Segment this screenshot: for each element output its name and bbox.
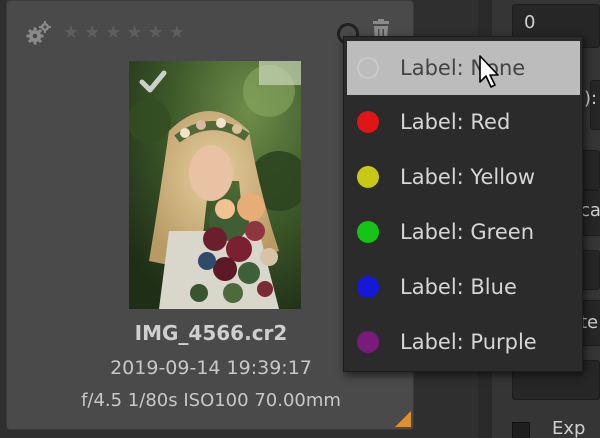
mouse-cursor-icon bbox=[478, 54, 502, 94]
color-label-menu: Label: None Label: Red Label: Yellow Lab… bbox=[343, 36, 583, 372]
card-toolbar: ★ ★ ★ ★ ★ ★ bbox=[25, 19, 185, 47]
menu-item-label: Label: None bbox=[400, 56, 526, 80]
numeric-field-value: 0 bbox=[524, 12, 536, 33]
star-rating[interactable]: ★ ★ ★ ★ ★ ★ bbox=[63, 24, 185, 42]
menu-item-label: Label: Green bbox=[400, 220, 534, 244]
star-icon[interactable]: ★ bbox=[126, 24, 142, 42]
export-checkbox[interactable] bbox=[512, 422, 530, 438]
panel-fragment-1: ): bbox=[584, 88, 598, 109]
menu-item-label-none[interactable]: Label: None bbox=[347, 41, 580, 95]
star-icon[interactable]: ★ bbox=[63, 24, 79, 42]
menu-item-label: Label: Purple bbox=[400, 330, 537, 354]
red-dot-icon bbox=[357, 111, 379, 133]
image-exif: f/4.5 1/80s ISO100 70.00mm bbox=[81, 390, 341, 411]
purple-dot-icon bbox=[357, 331, 379, 353]
panel-fragment-2: ca bbox=[580, 200, 600, 221]
menu-item-label: Label: Red bbox=[400, 110, 511, 134]
green-dot-icon bbox=[357, 221, 379, 243]
menu-item-label-yellow[interactable]: Label: Yellow bbox=[347, 150, 580, 204]
menu-item-label-red[interactable]: Label: Red bbox=[347, 95, 580, 149]
checkmark-icon bbox=[139, 69, 167, 97]
star-icon[interactable]: ★ bbox=[169, 24, 185, 42]
blue-dot-icon bbox=[357, 276, 379, 298]
star-icon[interactable]: ★ bbox=[84, 24, 100, 42]
menu-item-label-green[interactable]: Label: Green bbox=[347, 205, 580, 259]
panel-fragment-4: Exp bbox=[552, 418, 586, 438]
altered-indicator-icon bbox=[395, 411, 411, 427]
menu-item-label: Label: Blue bbox=[400, 275, 517, 299]
gears-icon[interactable] bbox=[25, 19, 53, 47]
menu-item-label-blue[interactable]: Label: Blue bbox=[347, 260, 580, 314]
empty-circle-icon bbox=[357, 57, 379, 79]
yellow-dot-icon bbox=[357, 166, 379, 188]
star-icon[interactable]: ★ bbox=[105, 24, 121, 42]
thumbnail-image[interactable] bbox=[129, 61, 301, 309]
menu-item-label: Label: Yellow bbox=[400, 165, 536, 189]
star-icon[interactable]: ★ bbox=[148, 24, 164, 42]
menu-item-label-purple[interactable]: Label: Purple bbox=[347, 315, 580, 369]
